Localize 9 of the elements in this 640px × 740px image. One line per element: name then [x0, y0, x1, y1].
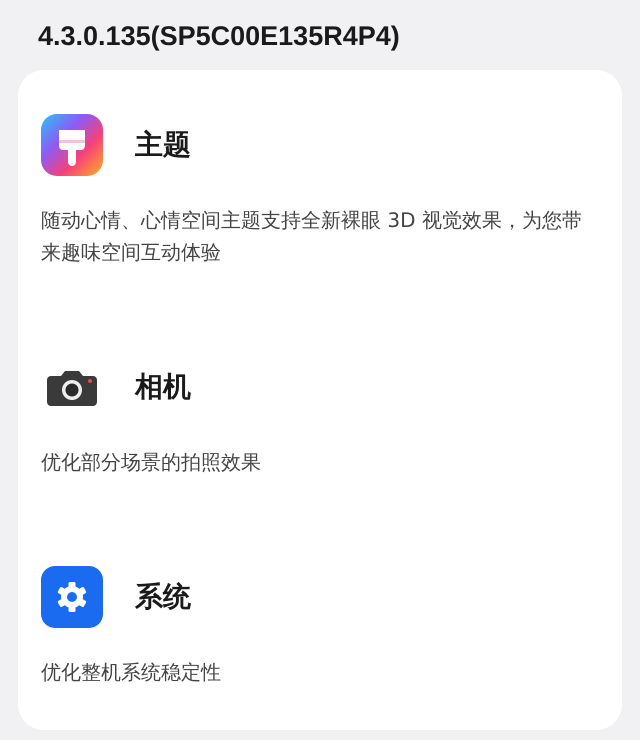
section-description: 优化整机系统稳定性 [41, 659, 222, 686]
section-title: 主题 [135, 127, 191, 163]
section-title: 系统 [135, 579, 191, 615]
section-title: 相机 [135, 369, 191, 405]
gear-icon [41, 566, 103, 628]
version-title: 4.3.0.135(SP5C00E135R4P4) [37, 20, 401, 53]
paintbrush-icon [41, 114, 103, 176]
section-description: 随动心情、心情空间主题支持全新裸眼 3D 视觉效果，为您带来趣味空间互动体验 [41, 207, 582, 266]
section-description: 优化部分场景的拍照效果 [41, 449, 262, 476]
